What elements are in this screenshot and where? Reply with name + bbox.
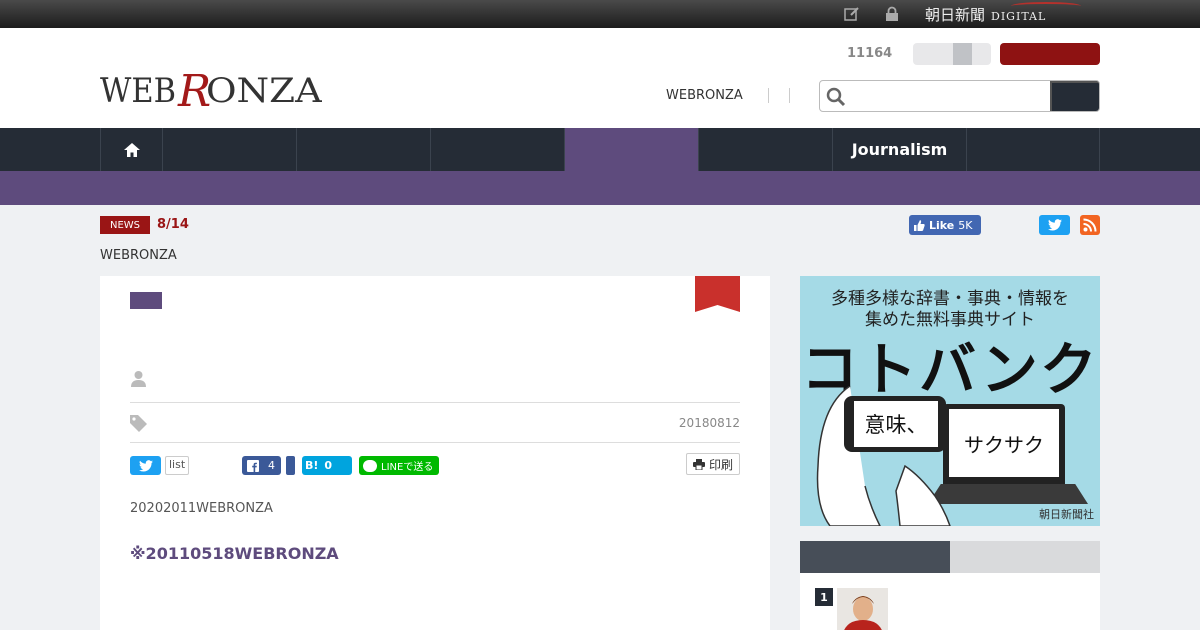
share-hatena-button[interactable]: B! 0 (302, 456, 352, 475)
thumbs-up-icon (914, 219, 925, 231)
news-badge: NEWS (100, 216, 150, 234)
bookmark-ribbon-icon[interactable] (695, 276, 740, 312)
member-count: 11164 (847, 46, 893, 61)
svg-text:WEB: WEB (100, 71, 176, 110)
search-input[interactable] (854, 83, 1048, 109)
brand-digital: DIGITAL (991, 10, 1047, 23)
ranking-tabs (800, 541, 1100, 573)
author-icon (131, 371, 146, 387)
nav-home[interactable] (100, 128, 162, 171)
webronza-logo: WEB R ONZA (100, 66, 322, 110)
line-icon (363, 459, 377, 472)
font-size-medium[interactable] (934, 43, 953, 65)
facebook-share-count: 4 (268, 459, 275, 472)
nav-item[interactable] (966, 128, 1100, 171)
header-webronza-link[interactable]: WEBRONZA (666, 88, 743, 103)
asahi-digital-link[interactable]: 朝日新聞 DIGITAL (925, 2, 1081, 25)
main-nav: Journalism (0, 128, 1200, 171)
share-facebook-button[interactable]: 4 (242, 456, 281, 475)
login-button[interactable] (1000, 43, 1100, 65)
ad-credit: 朝日新聞社 (1039, 508, 1094, 521)
article-lead: 20202011WEBRONZA (130, 501, 273, 516)
rank-number: 1 (815, 588, 833, 606)
ad-laptop: サクサク (943, 404, 1065, 484)
divider (130, 442, 740, 443)
rss-icon (1083, 218, 1097, 232)
nav-item[interactable] (162, 128, 296, 171)
ad-phone: 意味、 (844, 396, 946, 452)
sub-nav-bar (0, 171, 1200, 205)
facebook-count-tail (286, 456, 295, 475)
font-size-large[interactable] (953, 43, 972, 65)
header-separator (789, 88, 790, 103)
article-date: 20180812 (678, 416, 740, 430)
line-label: LINEで送る (381, 462, 434, 473)
nav-item-journalism[interactable]: Journalism (832, 128, 966, 171)
brand-main: 朝日新聞 (925, 6, 986, 24)
fb-like-count: 5K (958, 218, 973, 232)
person-photo (837, 588, 888, 630)
facebook-like-button[interactable]: Like 5K (909, 215, 981, 235)
ranking-list: 1 (800, 573, 1100, 630)
home-icon (123, 142, 140, 157)
nav-item-active[interactable] (564, 128, 698, 171)
hatena-icon: B! (305, 459, 319, 472)
twitter-icon (138, 459, 153, 472)
font-size-small[interactable] (913, 43, 934, 65)
ad-phone-text: 意味、 (854, 401, 938, 447)
category-tag[interactable] (130, 292, 162, 309)
rss-button[interactable] (1080, 215, 1100, 235)
news-date[interactable]: 8/14 (157, 217, 189, 232)
facebook-icon (247, 459, 259, 472)
header-separator (768, 88, 769, 103)
brand-arc (1011, 2, 1081, 10)
divider (130, 402, 740, 403)
share-twitter-button[interactable] (130, 456, 161, 475)
twitter-icon (1047, 219, 1062, 231)
search-button[interactable] (1050, 81, 1099, 111)
edit-icon[interactable] (844, 6, 860, 22)
tag-icon (130, 415, 147, 432)
share-list-button[interactable]: list (165, 456, 190, 475)
twitter-follow-button[interactable] (1039, 215, 1070, 235)
svg-text:ONZA: ONZA (206, 71, 322, 110)
nav-item[interactable] (296, 128, 430, 171)
article-card: 20180812 list 4 B! 0 LINEで送る 印刷 20202011W… (100, 276, 770, 630)
hatena-count: 0 (324, 459, 333, 472)
related-article-link[interactable]: ※20110518WEBRONZA (130, 544, 339, 563)
fb-like-label: Like (929, 218, 955, 232)
share-line-button[interactable]: LINEで送る (359, 456, 439, 475)
print-button[interactable]: 印刷 (686, 453, 740, 475)
breadcrumb[interactable]: WEBRONZA (100, 248, 177, 263)
ranking-tab[interactable] (950, 541, 1100, 573)
printer-icon (693, 458, 705, 470)
site-header: WEB R ONZA 11164 WEBRONZA (0, 28, 1200, 128)
search-icon (826, 87, 846, 107)
font-size-xlarge[interactable] (972, 43, 991, 65)
kotobank-ad-banner[interactable]: 多種多様な辞書・事典・情報を 集めた無料事典サイト コトバンク サクサク 意味、… (800, 276, 1100, 526)
print-label: 印刷 (709, 457, 734, 472)
nav-item[interactable] (430, 128, 564, 171)
nav-item[interactable] (698, 128, 832, 171)
search-box (819, 80, 1100, 112)
ranking-tab-active[interactable] (800, 541, 950, 573)
lock-icon[interactable] (884, 6, 900, 22)
top-bar: 朝日新聞 DIGITAL (0, 0, 1200, 28)
ad-laptop-text: サクサク (949, 409, 1059, 477)
font-size-switcher (913, 43, 991, 65)
ranking-thumbnail[interactable] (837, 588, 888, 630)
